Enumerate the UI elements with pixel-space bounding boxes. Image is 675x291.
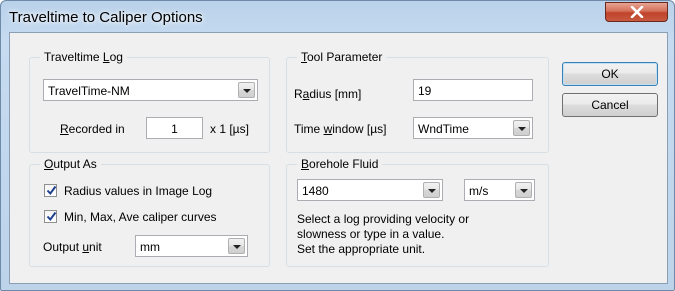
time-window-value: WndTime bbox=[418, 122, 469, 136]
time-window-label: Time window [µs] bbox=[294, 122, 387, 136]
fluid-help-line-3: Set the appropriate unit. bbox=[297, 242, 426, 256]
chevron-down-icon[interactable] bbox=[513, 120, 530, 136]
output-as-group-title: Output As bbox=[40, 157, 101, 171]
cancel-button[interactable]: Cancel bbox=[562, 93, 658, 117]
borehole-fluid-group: Borehole Fluid 1480 m/s Select a log pro… bbox=[286, 157, 549, 267]
checkmark-icon bbox=[46, 185, 57, 196]
close-button[interactable] bbox=[605, 2, 668, 22]
radius-input[interactable]: 19 bbox=[413, 79, 533, 101]
fluid-velocity-value: 1480 bbox=[302, 184, 329, 198]
traveltime-log-value: TravelTime-NM bbox=[48, 84, 130, 98]
window-title: Traveltime to Caliper Options bbox=[9, 9, 203, 26]
recorded-in-value: 1 bbox=[171, 122, 178, 136]
close-icon bbox=[630, 6, 644, 18]
output-as-group: Output As Radius values in Image Log Min… bbox=[29, 157, 270, 267]
radius-values-checkbox[interactable] bbox=[44, 184, 57, 197]
recorded-in-input[interactable]: 1 bbox=[146, 117, 203, 139]
chevron-down-icon[interactable] bbox=[515, 182, 532, 198]
caliper-curves-label[interactable]: Min, Max, Ave caliper curves bbox=[64, 210, 217, 224]
recorded-in-unit: x 1 [µs] bbox=[210, 122, 249, 136]
caliper-curves-checkbox[interactable] bbox=[44, 210, 57, 223]
dialog-window: Traveltime to Caliper Options Traveltime… bbox=[0, 0, 675, 291]
traveltime-log-group-title: Traveltime Log bbox=[40, 50, 127, 64]
time-window-select[interactable]: WndTime bbox=[413, 117, 533, 139]
title-bar[interactable]: Traveltime to Caliper Options bbox=[1, 1, 674, 31]
chevron-down-icon[interactable] bbox=[238, 82, 255, 98]
chevron-down-icon[interactable] bbox=[228, 238, 245, 254]
tool-parameter-group-title: Tool Parameter bbox=[297, 50, 387, 64]
fluid-help-line-1: Select a log providing velocity or bbox=[297, 212, 470, 226]
radius-value: 19 bbox=[418, 84, 432, 98]
fluid-velocity-select[interactable]: 1480 bbox=[297, 179, 443, 201]
fluid-unit-value: m/s bbox=[469, 184, 489, 198]
recorded-in-label: Recorded in bbox=[60, 122, 125, 136]
dialog-client-area: Traveltime Log TravelTime-NM Recorded in… bbox=[9, 32, 668, 284]
chevron-down-icon[interactable] bbox=[423, 182, 440, 198]
checkmark-icon bbox=[46, 211, 57, 222]
radius-label: Radius [mm] bbox=[294, 87, 362, 101]
ok-button[interactable]: OK bbox=[562, 62, 658, 86]
output-unit-label: Output unit bbox=[43, 240, 102, 254]
traveltime-log-select[interactable]: TravelTime-NM bbox=[43, 79, 258, 101]
fluid-unit-select[interactable]: m/s bbox=[464, 179, 535, 201]
output-unit-select[interactable]: mm bbox=[135, 235, 248, 257]
output-unit-value: mm bbox=[140, 240, 160, 254]
radius-values-label[interactable]: Radius values in Image Log bbox=[64, 184, 212, 198]
fluid-help-line-2: slowness or type in a value. bbox=[297, 227, 445, 241]
traveltime-log-group: Traveltime Log TravelTime-NM Recorded in… bbox=[29, 50, 270, 153]
borehole-fluid-group-title: Borehole Fluid bbox=[297, 157, 383, 171]
tool-parameter-group: Tool Parameter Radius [mm] 19 Time windo… bbox=[286, 50, 549, 153]
